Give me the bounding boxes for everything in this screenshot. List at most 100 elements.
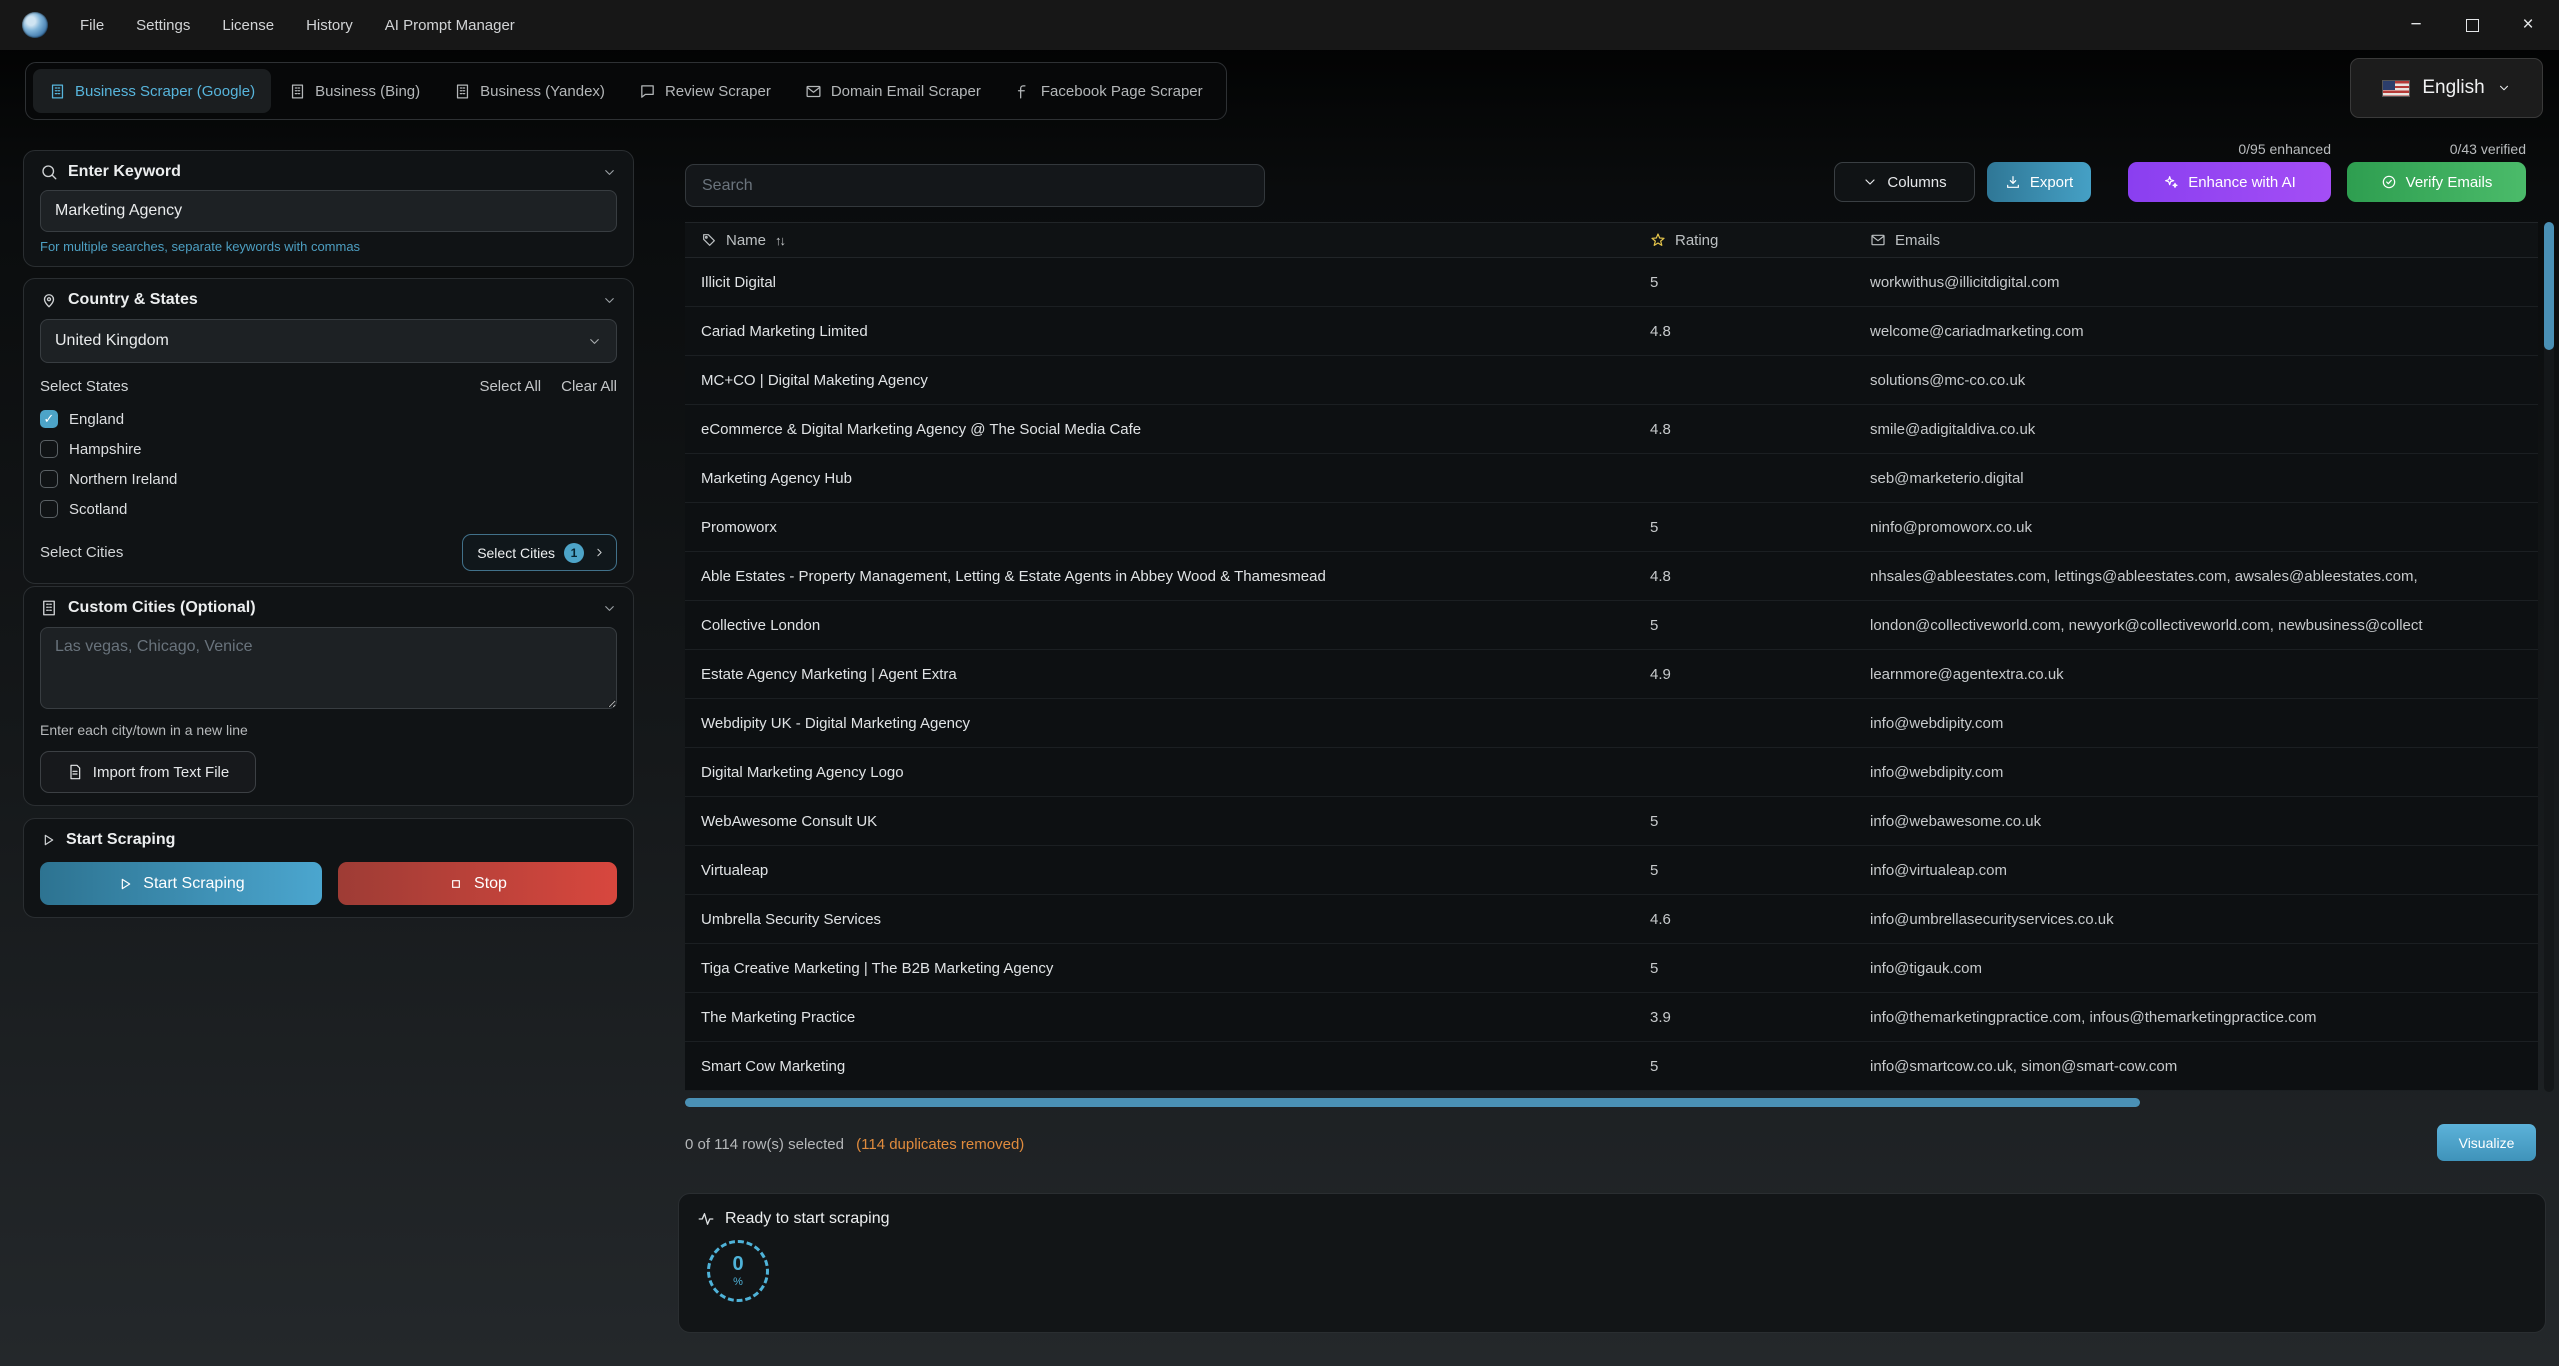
stop-icon xyxy=(448,876,464,892)
table-row[interactable]: Digital Marketing Agency Logoinfo@webdip… xyxy=(685,748,2538,797)
table-row[interactable]: Able Estates - Property Management, Lett… xyxy=(685,552,2538,601)
cell-name: The Marketing Practice xyxy=(685,1009,1650,1026)
menu-history[interactable]: History xyxy=(306,17,353,34)
menu-bar: File Settings License History AI Prompt … xyxy=(80,17,515,34)
enhance-with-ai-button[interactable]: Enhance with AI xyxy=(2128,162,2331,202)
vertical-scrollbar[interactable] xyxy=(2544,222,2554,1092)
tab-domain-email-scraper[interactable]: Domain Email Scraper xyxy=(789,69,997,113)
table-row[interactable]: Tiga Creative Marketing | The B2B Market… xyxy=(685,944,2538,993)
start-button-label: Start Scraping xyxy=(143,875,244,893)
table-row[interactable]: Marketing Agency Hubseb@marketerio.digit… xyxy=(685,454,2538,503)
tab-review-scraper[interactable]: Review Scraper xyxy=(623,69,787,113)
cell-rating: 3.9 xyxy=(1650,1009,1870,1026)
cell-emails: info@webdipity.com xyxy=(1870,715,2538,732)
table-header: Name ↑↓ Rating Emails xyxy=(685,222,2538,258)
minimize-icon[interactable]: − xyxy=(2403,12,2429,38)
cell-rating: 5 xyxy=(1650,813,1870,830)
menu-settings[interactable]: Settings xyxy=(136,17,190,34)
cell-emails: ninfo@promoworx.co.uk xyxy=(1870,519,2538,536)
state-checkbox-scotland[interactable]: Scotland xyxy=(40,494,617,524)
keyword-input[interactable] xyxy=(40,190,617,232)
table-row[interactable]: Cariad Marketing Limited4.8welcome@caria… xyxy=(685,307,2538,356)
clear-all-link[interactable]: Clear All xyxy=(561,378,617,395)
import-text-file-button[interactable]: Import from Text File xyxy=(40,751,256,793)
chevron-down-icon xyxy=(587,334,602,349)
custom-cities-header[interactable]: Custom Cities (Optional) xyxy=(40,599,617,617)
cell-emails: workwithus@illicitdigital.com xyxy=(1870,274,2538,291)
cell-rating: 5 xyxy=(1650,960,1870,977)
tab-business-scraper-google[interactable]: Business Scraper (Google) xyxy=(33,69,271,113)
cell-emails: london@collectiveworld.com, newyork@coll… xyxy=(1870,617,2538,634)
titlebar: File Settings License History AI Prompt … xyxy=(0,0,2559,50)
horizontal-scrollbar-thumb[interactable] xyxy=(685,1098,2140,1107)
column-header-emails[interactable]: Emails xyxy=(1870,232,2538,249)
table-row[interactable]: Virtualeap5info@virtualeap.com xyxy=(685,846,2538,895)
column-header-name[interactable]: Name ↑↓ xyxy=(685,232,1650,249)
tab-facebook-page-scraper[interactable]: Facebook Page Scraper xyxy=(999,69,1219,113)
app-logo-globe-icon xyxy=(22,12,48,38)
verify-emails-button[interactable]: Verify Emails xyxy=(2347,162,2526,202)
export-button[interactable]: Export xyxy=(1987,162,2091,202)
search-input[interactable] xyxy=(685,164,1265,207)
vertical-scrollbar-thumb[interactable] xyxy=(2544,222,2554,350)
building-icon xyxy=(289,83,306,100)
cell-rating: 5 xyxy=(1650,862,1870,879)
table-row[interactable]: The Marketing Practice3.9info@themarketi… xyxy=(685,993,2538,1042)
building-icon xyxy=(454,83,471,100)
menu-license[interactable]: License xyxy=(222,17,274,34)
table-row[interactable]: Webdipity UK - Digital Marketing Agencyi… xyxy=(685,699,2538,748)
cell-emails: info@smartcow.co.uk, simon@smart-cow.com xyxy=(1870,1058,2538,1075)
custom-cities-panel: Custom Cities (Optional) Enter each city… xyxy=(23,586,634,806)
status-message: Ready to start scraping xyxy=(725,1210,890,1228)
table-row[interactable]: Illicit Digital5workwithus@illicitdigita… xyxy=(685,258,2538,307)
chevron-down-icon xyxy=(602,165,617,180)
country-select[interactable]: United Kingdom xyxy=(40,319,617,363)
menu-file[interactable]: File xyxy=(80,17,104,34)
cell-name: Tiga Creative Marketing | The B2B Market… xyxy=(685,960,1650,977)
custom-cities-title: Custom Cities (Optional) xyxy=(68,599,256,617)
menu-ai-prompt-manager[interactable]: AI Prompt Manager xyxy=(385,17,515,34)
table-row[interactable]: Estate Agency Marketing | Agent Extra4.9… xyxy=(685,650,2538,699)
country-value: United Kingdom xyxy=(55,332,169,350)
cell-rating: 5 xyxy=(1650,617,1870,634)
tab-business-bing[interactable]: Business (Bing) xyxy=(273,69,436,113)
select-all-link[interactable]: Select All xyxy=(479,378,541,395)
location-panel: Country & States United Kingdom Select S… xyxy=(23,278,634,584)
keyword-panel-header[interactable]: Enter Keyword xyxy=(40,163,617,181)
location-panel-title: Country & States xyxy=(68,291,198,309)
table-row[interactable]: Umbrella Security Services4.6info@umbrel… xyxy=(685,895,2538,944)
cell-name: Promoworx xyxy=(685,519,1650,536)
check-circle-icon xyxy=(2381,174,2397,190)
table-row[interactable]: WebAwesome Consult UK5info@webawesome.co… xyxy=(685,797,2538,846)
table-row[interactable]: Collective London5london@collectiveworld… xyxy=(685,601,2538,650)
stop-button[interactable]: Stop xyxy=(338,862,617,905)
language-selector[interactable]: English xyxy=(2350,58,2543,118)
cell-name: MC+CO | Digital Maketing Agency xyxy=(685,372,1650,389)
progress-value: 0 xyxy=(732,1254,743,1274)
column-header-rating[interactable]: Rating xyxy=(1650,232,1870,249)
star-icon xyxy=(1650,232,1666,248)
maximize-icon[interactable] xyxy=(2459,12,2485,38)
close-icon[interactable]: × xyxy=(2515,12,2541,38)
columns-button[interactable]: Columns xyxy=(1834,162,1975,202)
location-panel-header[interactable]: Country & States xyxy=(40,291,617,309)
state-checkbox-england[interactable]: ✓ England xyxy=(40,404,617,434)
state-checkbox-hampshire[interactable]: Hampshire xyxy=(40,434,617,464)
custom-cities-textarea[interactable] xyxy=(40,627,617,709)
tab-business-yandex[interactable]: Business (Yandex) xyxy=(438,69,621,113)
start-scraping-button[interactable]: Start Scraping xyxy=(40,862,322,905)
state-checkbox-northern-ireland[interactable]: Northern Ireland xyxy=(40,464,617,494)
table-row[interactable]: eCommerce & Digital Marketing Agency @ T… xyxy=(685,405,2538,454)
table-row[interactable]: MC+CO | Digital Maketing Agencysolutions… xyxy=(685,356,2538,405)
activity-pulse-icon xyxy=(697,1210,715,1228)
table-row[interactable]: Promoworx5ninfo@promoworx.co.uk xyxy=(685,503,2538,552)
cell-rating: 4.9 xyxy=(1650,666,1870,683)
table-row[interactable]: Smart Cow Marketing5info@smartcow.co.uk,… xyxy=(685,1042,2538,1091)
visualize-button[interactable]: Visualize xyxy=(2437,1124,2536,1161)
sort-icon[interactable]: ↑↓ xyxy=(775,233,784,248)
select-cities-button[interactable]: Select Cities 1 xyxy=(462,534,617,571)
chevron-down-icon xyxy=(602,601,617,616)
cell-rating: 4.6 xyxy=(1650,911,1870,928)
maximize-box xyxy=(2466,19,2479,32)
select-states-label: Select States xyxy=(40,378,128,395)
